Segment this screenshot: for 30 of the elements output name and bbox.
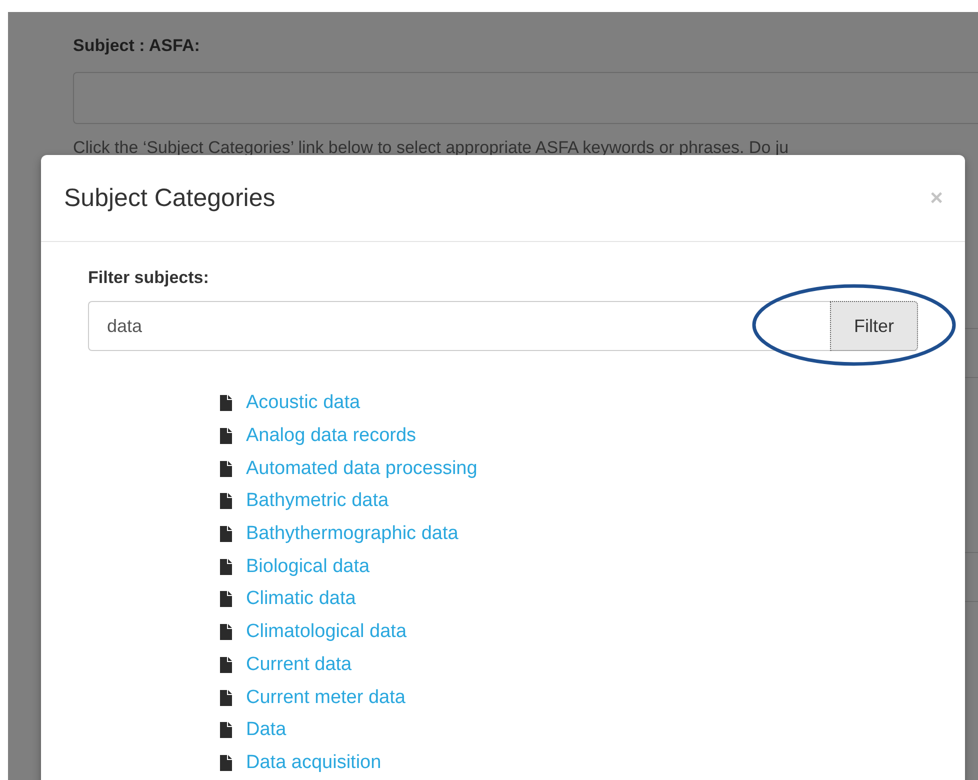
subject-link[interactable]: Data acquisition [246, 752, 382, 774]
subject-link[interactable]: Automated data processing [246, 458, 478, 480]
file-icon [220, 395, 232, 412]
file-icon [220, 624, 232, 640]
subject-link[interactable]: Climatic data [246, 588, 356, 610]
file-icon [220, 722, 232, 738]
file-icon [220, 591, 232, 608]
filter-input[interactable]: data [88, 301, 830, 351]
subject-link[interactable]: Current data [246, 654, 352, 676]
file-icon [220, 558, 232, 575]
file-icon [220, 690, 232, 706]
subject-link[interactable]: Biological data [246, 556, 370, 578]
file-icon [220, 754, 232, 771]
subject-link[interactable]: Data [246, 719, 286, 742]
file-icon [220, 526, 232, 542]
subject-link[interactable]: Bathythermographic data [246, 523, 458, 546]
file-icon [220, 493, 232, 510]
subject-link[interactable]: Acoustic data [246, 392, 360, 414]
subject-link[interactable]: Current meter data [246, 686, 406, 709]
close-button[interactable]: × [930, 185, 943, 211]
subject-link[interactable]: Bathymetric data [246, 490, 389, 512]
dialog-title: Subject Categories [64, 184, 276, 212]
file-icon [220, 656, 232, 673]
subject-link[interactable]: Analog data records [246, 425, 416, 448]
file-icon [220, 460, 232, 477]
subject-link[interactable]: Climatological data [246, 621, 407, 644]
field-label: Subject : ASFA: [73, 36, 201, 57]
file-icon [220, 428, 232, 444]
filter-button[interactable]: Filter [830, 301, 918, 351]
filter-label: Filter subjects: [88, 268, 210, 288]
